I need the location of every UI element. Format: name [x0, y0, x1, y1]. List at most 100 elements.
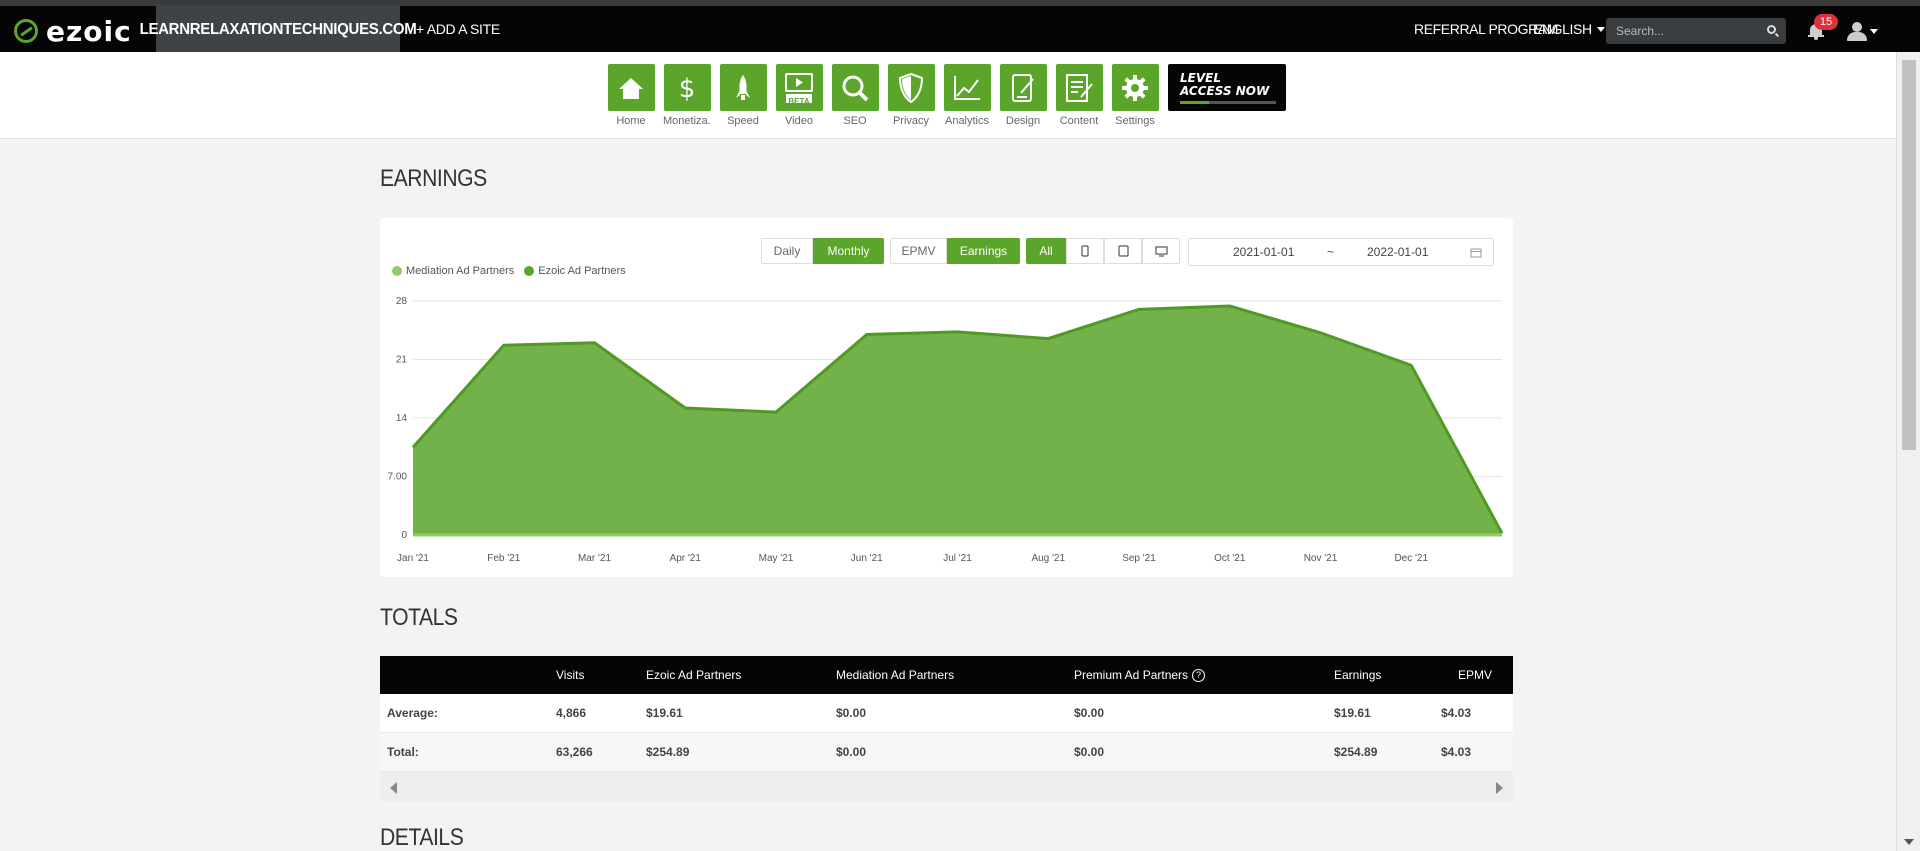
- mobile-icon: [1081, 245, 1089, 257]
- tool-analytics[interactable]: Analytics: [943, 64, 991, 127]
- x-tick-label: Oct '21: [1214, 553, 1246, 564]
- svg-text:$: $: [679, 74, 696, 102]
- col-epmv: EPMV: [1458, 668, 1493, 682]
- legend-dot: [392, 266, 402, 276]
- period-toggle: Daily Monthly: [761, 238, 884, 264]
- tool-label: Settings: [1115, 115, 1155, 127]
- tool-seo[interactable]: SEO: [831, 64, 879, 127]
- all-devices-button[interactable]: All: [1026, 238, 1066, 264]
- x-tick-label: Nov '21: [1304, 553, 1338, 564]
- x-tick-label: Mar '21: [578, 553, 611, 564]
- language-dropdown[interactable]: ENGLISH: [1533, 6, 1605, 52]
- date-to[interactable]: 2022-01-01: [1367, 245, 1428, 259]
- earnings-chart-card: Daily Monthly EPMV Earnings All 2021-01-…: [380, 218, 1513, 577]
- col-visits: Visits: [556, 668, 585, 682]
- home-icon: [619, 77, 643, 99]
- date-range-picker[interactable]: 2021-01-01 ~ 2022-01-01: [1188, 238, 1494, 266]
- desktop-device-button[interactable]: [1142, 238, 1180, 264]
- col-mediation-ad-partners: Mediation Ad Partners: [836, 668, 955, 682]
- y-tick-label: 21: [396, 355, 408, 366]
- page-scrollbar[interactable]: [1896, 52, 1920, 851]
- y-tick-label: 14: [396, 413, 408, 424]
- legend-label: Mediation Ad Partners: [406, 265, 515, 277]
- tool-speed[interactable]: Speed: [719, 64, 767, 127]
- tablet-icon: [1117, 245, 1129, 257]
- y-tick-label: 0: [401, 530, 407, 541]
- col-premium-ad-partners: Premium Ad Partners ?: [1074, 656, 1206, 694]
- tool-privacy[interactable]: Privacy: [887, 64, 935, 127]
- ezoic-logo[interactable]: ezoic: [14, 13, 132, 49]
- table-row: Average: 4,866 $19.61 $0.00 $0.00 $19.61…: [380, 694, 1513, 733]
- cell-epmv: $4.03: [1441, 706, 1472, 720]
- top-navbar: ezoic LEARNRELAXATIONTECHNIQUES.COM + AD…: [0, 0, 1920, 54]
- totals-heading: TOTALS: [380, 604, 458, 631]
- tool-video[interactable]: BETA Video: [775, 64, 823, 127]
- tool-label: Analytics: [944, 115, 990, 127]
- x-tick-label: Jul '21: [943, 553, 972, 564]
- search-icon[interactable]: [1767, 25, 1776, 34]
- cell-epmv: $4.03: [1441, 745, 1472, 759]
- x-tick-label: Apr '21: [670, 553, 702, 564]
- x-tick-label: Dec '21: [1394, 553, 1428, 564]
- legend-ezoic[interactable]: Ezoic Ad Partners: [524, 265, 626, 277]
- user-avatar-icon[interactable]: [1846, 22, 1868, 42]
- scroll-down-arrow-icon[interactable]: [1904, 839, 1914, 845]
- epmv-button[interactable]: EPMV: [890, 238, 947, 264]
- dollar-icon: $: [679, 74, 696, 102]
- search-input[interactable]: [1606, 24, 1756, 38]
- tool-settings[interactable]: Settings: [1111, 64, 1159, 127]
- device-toggle: All: [1026, 238, 1180, 264]
- totals-table: Visits Ezoic Ad Partners Mediation Ad Pa…: [380, 656, 1513, 802]
- user-menu-chevron-icon[interactable]: [1870, 29, 1878, 34]
- row-label: Total:: [387, 745, 419, 759]
- rocket-icon: [736, 74, 750, 100]
- level-progress: [1180, 101, 1276, 104]
- tool-design[interactable]: Design: [999, 64, 1047, 127]
- date-separator: ~: [1327, 245, 1335, 259]
- col-premium-label: Premium Ad Partners: [1074, 668, 1189, 682]
- tool-monetization[interactable]: $ Monetiza...: [663, 64, 711, 127]
- scroll-left-arrow-icon[interactable]: [390, 782, 397, 794]
- x-tick-label: Jan '21: [397, 553, 429, 564]
- chart-legend: Mediation Ad Partners Ezoic Ad Partners: [392, 265, 626, 277]
- scroll-thumb[interactable]: [1902, 60, 1916, 450]
- search-box[interactable]: [1606, 18, 1786, 44]
- earnings-button[interactable]: Earnings: [947, 238, 1020, 264]
- table-horizontal-scrollbar[interactable]: [380, 772, 1513, 802]
- calendar-icon[interactable]: [1470, 247, 1482, 258]
- add-site-link[interactable]: + ADD A SITE: [416, 6, 500, 52]
- row-label: Average:: [387, 706, 438, 720]
- earnings-area-chart: 0 7.00 14 21 28 Jan '21 Feb '21 Mar '21 Apr '21 M…: [388, 296, 1504, 564]
- magnifier-icon: [842, 75, 869, 101]
- earnings-heading: EARNINGS: [380, 165, 487, 192]
- scroll-right-arrow-icon[interactable]: [1496, 782, 1503, 794]
- tool-home[interactable]: Home: [607, 64, 655, 127]
- x-tick-label: Sep '21: [1122, 553, 1156, 564]
- legend-mediation[interactable]: Mediation Ad Partners: [392, 265, 514, 277]
- legend-label: Ezoic Ad Partners: [538, 265, 626, 277]
- monthly-button[interactable]: Monthly: [813, 238, 884, 264]
- shield-icon: [899, 72, 923, 103]
- tool-label: Content: [1059, 115, 1099, 127]
- daily-button[interactable]: Daily: [761, 238, 813, 264]
- cell-mediation: $0.00: [836, 745, 867, 759]
- cell-earnings: $19.61: [1334, 706, 1371, 720]
- brand-name: ezoic: [46, 14, 132, 48]
- y-tick-label: 7.00: [388, 472, 408, 483]
- mobile-device-button[interactable]: [1066, 238, 1104, 264]
- x-tick-label: Jun '21: [851, 553, 883, 564]
- access-now-line: ACCESS NOW: [1180, 84, 1270, 98]
- notification-badge: 15: [1814, 14, 1838, 30]
- cell-visits: 4,866: [556, 706, 587, 720]
- help-icon[interactable]: ?: [1192, 668, 1206, 682]
- col-earnings: Earnings: [1334, 668, 1382, 682]
- tool-label: Speed: [727, 115, 759, 127]
- date-from[interactable]: 2021-01-01: [1233, 245, 1294, 259]
- cell-ezoic: $19.61: [646, 706, 683, 720]
- tablet-device-button[interactable]: [1104, 238, 1142, 264]
- tool-content[interactable]: Content: [1055, 64, 1103, 127]
- cell-premium: $0.00: [1074, 706, 1105, 720]
- tool-label: Privacy: [892, 115, 930, 127]
- level-access-banner[interactable]: LEVEL ACCESS NOW: [1168, 64, 1286, 111]
- current-site-tab[interactable]: LEARNRELAXATIONTECHNIQUES.COM: [140, 4, 417, 54]
